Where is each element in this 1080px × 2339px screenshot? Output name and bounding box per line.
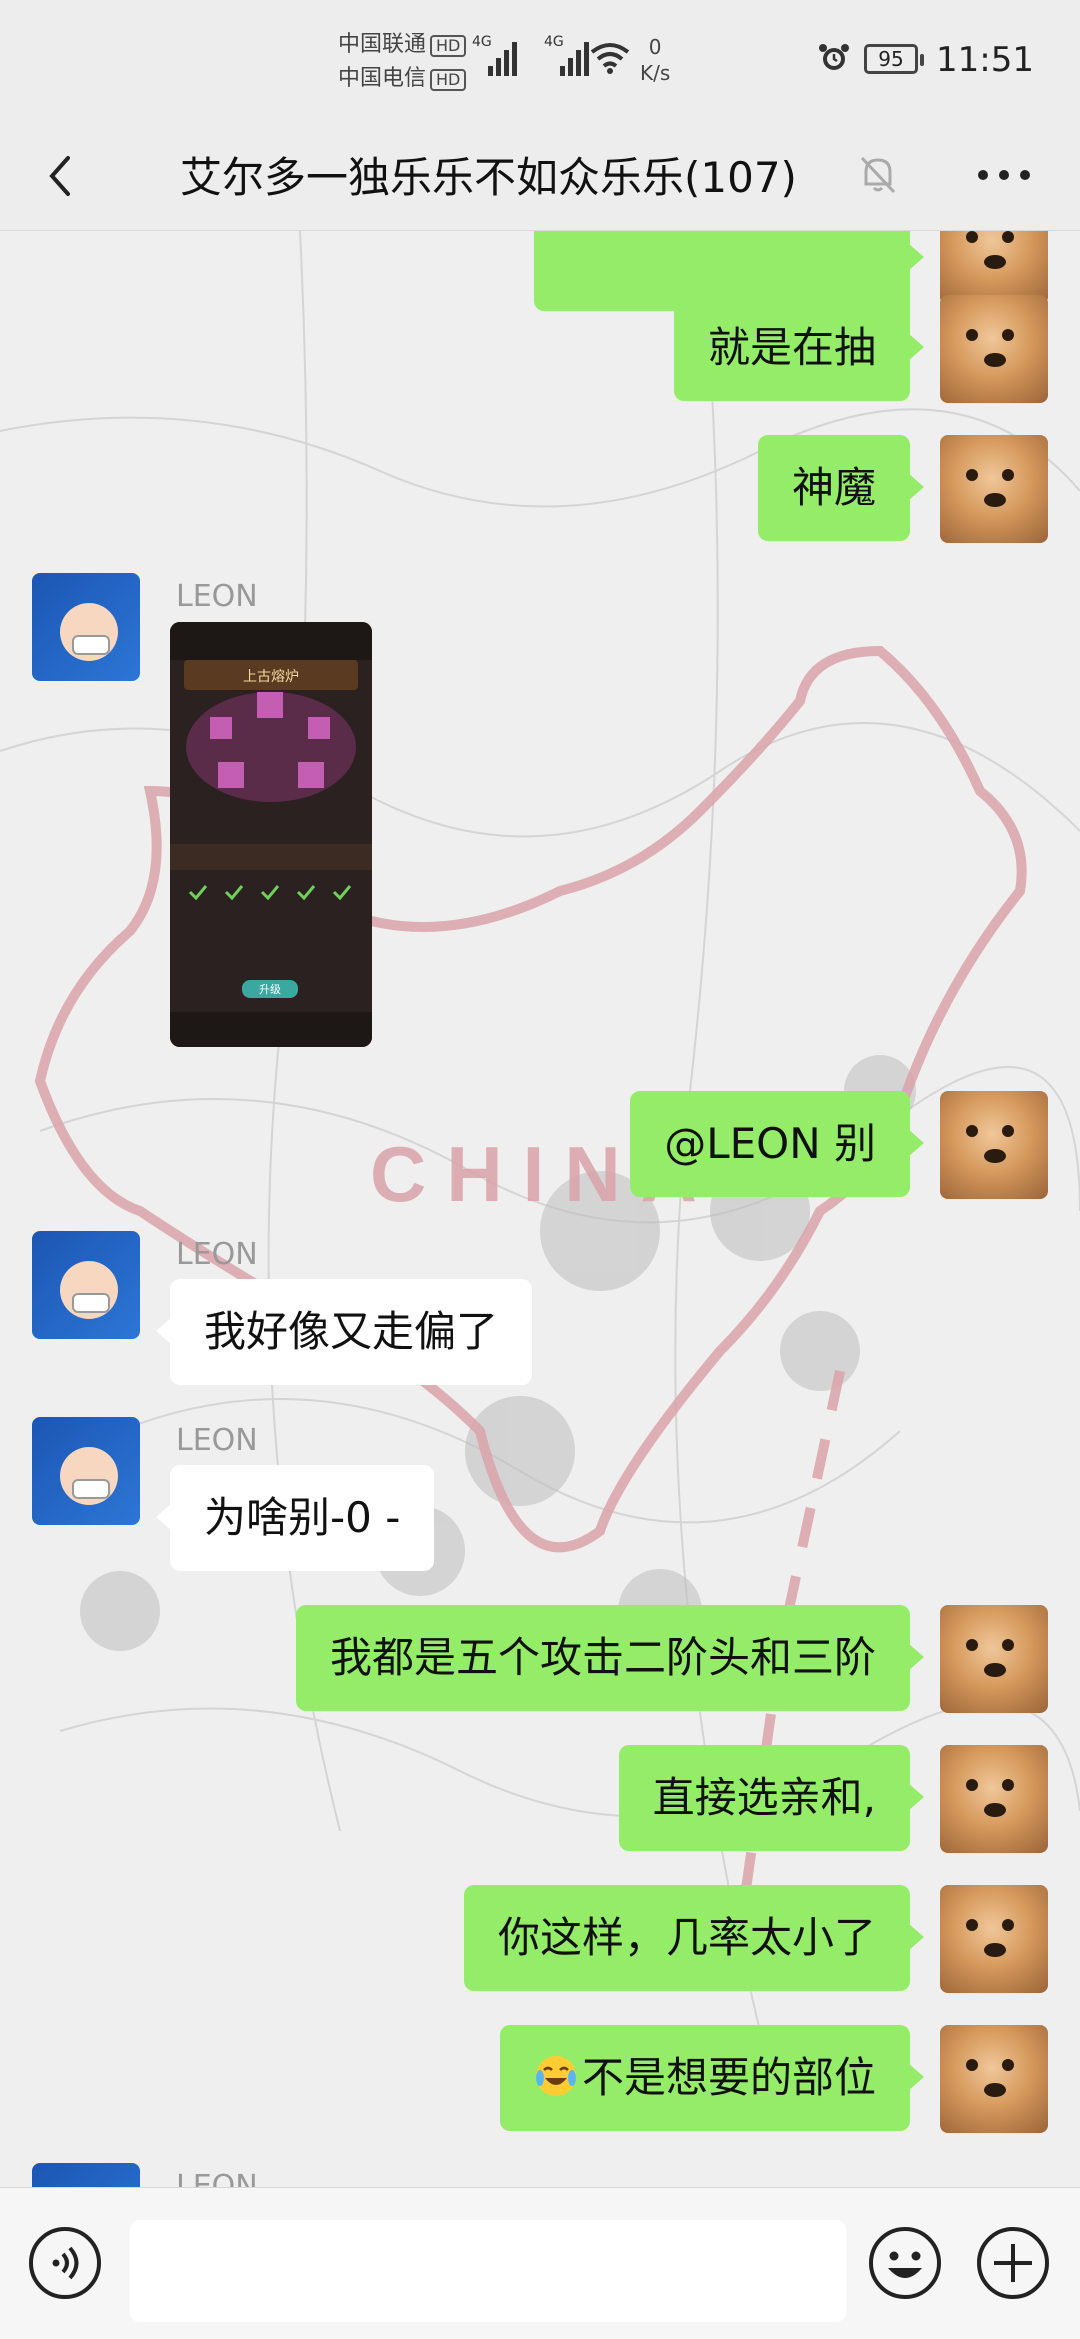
speed-unit: K/s: [640, 61, 671, 85]
hd-badge: HD: [430, 69, 467, 91]
plus-icon[interactable]: [976, 2226, 1050, 2300]
clock: 11:51: [936, 40, 1034, 80]
chat-title: 艾尔多一独乐乐不如众乐乐(107): [180, 153, 797, 202]
network-type-label: 4G: [472, 34, 492, 50]
message-bubble-outgoing[interactable]: 直接选亲和,: [618, 1745, 925, 1851]
message-bubble-outgoing[interactable]: 神魔: [757, 435, 925, 541]
sender-name: LEON: [176, 1423, 258, 1458]
network-speed: 0 K/s: [640, 34, 670, 86]
network-type-label: 4G: [544, 34, 564, 50]
mute-bell-icon: [860, 156, 896, 194]
avatar[interactable]: [32, 573, 140, 681]
hd-badge: HD: [430, 35, 467, 57]
more-icon[interactable]: [974, 160, 1034, 190]
message-bubble-outgoing[interactable]: 你这样，几率太小了: [463, 1885, 925, 1991]
message-bubble-incoming[interactable]: 为啥别-0 -: [155, 1465, 435, 1571]
image-upgrade-button-label: 升级: [259, 983, 281, 996]
avatar[interactable]: [940, 1605, 1048, 1713]
message-bubble-outgoing[interactable]: 我都是五个攻击二阶头和三阶: [295, 1605, 925, 1711]
avatar[interactable]: [32, 1417, 140, 1525]
message-text: 不是想要的部位: [581, 2053, 876, 2102]
carrier-info: 中国联通 HD 中国电信 HD: [338, 28, 467, 96]
avatar[interactable]: [32, 1231, 140, 1339]
sender-name: LEON: [176, 579, 258, 614]
avatar[interactable]: [940, 2025, 1048, 2133]
signal-icon: 4G: [544, 34, 589, 76]
input-bar: [0, 2187, 1080, 2339]
message-bubble-incoming[interactable]: 我好像又走偏了: [155, 1279, 533, 1385]
sender-name: LEON: [176, 2169, 258, 2187]
sender-name: LEON: [176, 1237, 258, 1272]
alarm-icon: [819, 44, 849, 70]
carrier-2: 中国电信: [338, 66, 427, 91]
message-input[interactable]: [130, 2220, 846, 2322]
carrier-1: 中国联通: [338, 32, 427, 57]
wifi-icon: [590, 43, 630, 74]
emoji-smile-icon[interactable]: [868, 2226, 942, 2300]
avatar[interactable]: [940, 295, 1048, 403]
avatar[interactable]: [940, 1091, 1048, 1199]
avatar[interactable]: [940, 1885, 1048, 1993]
status-bar: 中国联通 HD 中国电信 HD 4G 4G 0 K/s 95 11:51: [0, 0, 1080, 120]
avatar[interactable]: [32, 2163, 140, 2187]
voice-icon[interactable]: [28, 2226, 102, 2300]
signal-icon: 4G: [472, 34, 517, 76]
message-bubble-outgoing[interactable]: 不是想要的部位: [499, 2025, 925, 2131]
chat-header: 艾尔多一独乐乐不如众乐乐(107): [0, 120, 1080, 231]
message-bubble-outgoing[interactable]: @LEON 别: [630, 1091, 924, 1197]
message-list: 就是在抽 神魔 LEON 上古熔炉 升级 @LEON 别 LEON 我好像又走偏…: [0, 231, 1080, 2187]
image-title: 上古熔炉: [243, 669, 299, 685]
message-bubble-outgoing[interactable]: 就是在抽: [673, 295, 925, 401]
battery-indicator: 95: [864, 44, 924, 74]
avatar[interactable]: [940, 231, 1048, 305]
laughing-tears-emoji-icon: [535, 2056, 576, 2096]
avatar[interactable]: [940, 1745, 1048, 1853]
back-arrow-icon[interactable]: [40, 146, 90, 206]
chat-area[interactable]: CHINA 就是在抽 神魔 LEON 上古熔炉 升级 @LEON 别 LEON …: [0, 231, 1080, 2187]
image-message[interactable]: 上古熔炉 升级: [170, 622, 372, 1047]
game-screenshot-thumbnail: 上古熔炉 升级: [170, 622, 372, 1047]
avatar[interactable]: [940, 435, 1048, 543]
speed-value: 0: [648, 35, 662, 59]
